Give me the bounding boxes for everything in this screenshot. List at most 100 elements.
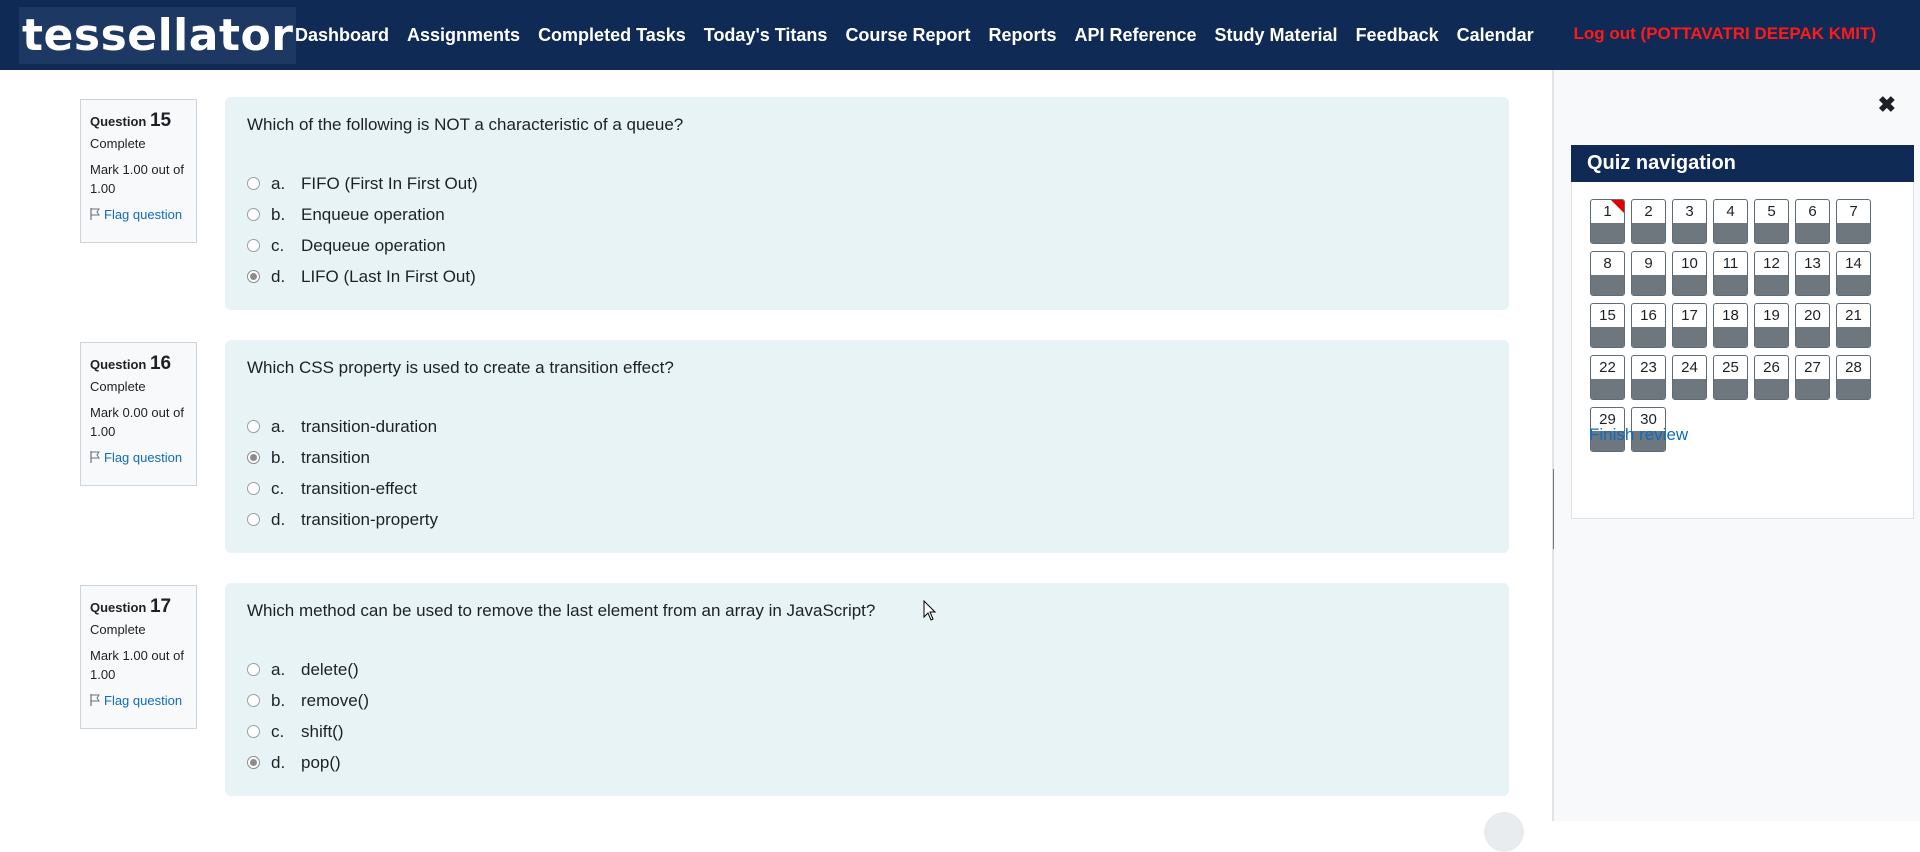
- quiz-nav-button[interactable]: 16: [1631, 303, 1666, 348]
- question-state: Complete: [90, 622, 146, 637]
- brand-logo[interactable]: tessellator: [19, 7, 297, 64]
- quiz-nav-number: 12: [1763, 255, 1780, 272]
- question-text: Which method can be used to remove the l…: [247, 601, 876, 620]
- quiz-nav-button[interactable]: 22: [1590, 355, 1625, 400]
- quiz-nav-button[interactable]: 21: [1836, 303, 1871, 348]
- quiz-nav-button[interactable]: 14: [1836, 251, 1871, 296]
- quiz-nav-button[interactable]: 15: [1590, 303, 1625, 348]
- flag-question-link[interactable]: Flag question: [90, 448, 187, 467]
- radio-button[interactable]: [247, 239, 260, 252]
- quiz-nav-button[interactable]: 5: [1754, 199, 1789, 244]
- quiz-nav-button[interactable]: 26: [1754, 355, 1789, 400]
- quiz-nav-number: 25: [1722, 359, 1739, 376]
- quiz-nav-button[interactable]: 23: [1631, 355, 1666, 400]
- answer-option[interactable]: a. transition-duration: [247, 411, 1487, 442]
- finish-review-link[interactable]: Finish review: [1589, 425, 1688, 445]
- answer-option[interactable]: b. transition: [247, 442, 1487, 473]
- answered-indicator: [1755, 275, 1788, 295]
- quiz-nav-button[interactable]: 3: [1672, 199, 1707, 244]
- answered-indicator: [1632, 327, 1665, 347]
- nav-feedback[interactable]: Feedback: [1356, 25, 1439, 46]
- nav-reports[interactable]: Reports: [988, 25, 1056, 46]
- answered-indicator: [1837, 275, 1870, 295]
- main-nav: Dashboard Assignments Completed Tasks To…: [295, 0, 1552, 70]
- quiz-nav-button[interactable]: 12: [1754, 251, 1789, 296]
- answered-indicator: [1755, 379, 1788, 399]
- quiz-nav-number: 16: [1640, 307, 1657, 324]
- quiz-nav-button[interactable]: 20: [1795, 303, 1830, 348]
- quiz-nav-button[interactable]: 25: [1713, 355, 1748, 400]
- answer-option[interactable]: b. Enqueue operation: [247, 199, 1487, 230]
- answer-option[interactable]: a. delete(): [247, 654, 1487, 685]
- quiz-nav-button[interactable]: 19: [1754, 303, 1789, 348]
- quiz-nav-button[interactable]: 8: [1590, 251, 1625, 296]
- radio-button[interactable]: [247, 663, 260, 676]
- quiz-nav-button[interactable]: 11: [1713, 251, 1748, 296]
- answered-indicator: [1673, 327, 1706, 347]
- quiz-nav-button[interactable]: 1: [1590, 199, 1625, 244]
- quiz-nav-button[interactable]: 18: [1713, 303, 1748, 348]
- answered-indicator: [1714, 379, 1747, 399]
- nav-api-reference[interactable]: API Reference: [1074, 25, 1196, 46]
- answer-option[interactable]: c. shift(): [247, 716, 1487, 747]
- radio-button[interactable]: [247, 208, 260, 221]
- answer-letter: d.: [271, 509, 286, 529]
- answered-indicator: [1837, 223, 1870, 243]
- quiz-navigation-title: Quiz navigation: [1571, 145, 1914, 182]
- quiz-nav-button[interactable]: 2: [1631, 199, 1666, 244]
- answered-indicator: [1837, 327, 1870, 347]
- answer-option[interactable]: d. pop(): [247, 747, 1487, 778]
- radio-button[interactable]: [247, 725, 260, 738]
- answer-option[interactable]: d. transition-property: [247, 504, 1487, 535]
- quiz-navigation-block: Quiz navigation 1 2 3 4 5 6 7 8 9 10 11 12 13 14 15 16 1…: [1571, 145, 1914, 519]
- quiz-nav-button[interactable]: 7: [1836, 199, 1871, 244]
- answer-option[interactable]: b. remove(): [247, 685, 1487, 716]
- radio-button[interactable]: [247, 177, 260, 190]
- nav-assignments[interactable]: Assignments: [407, 25, 520, 46]
- quiz-nav-button[interactable]: 24: [1672, 355, 1707, 400]
- answer-text: transition-property: [301, 509, 439, 529]
- radio-button[interactable]: [247, 513, 260, 526]
- quiz-nav-button[interactable]: 27: [1795, 355, 1830, 400]
- radio-button[interactable]: [247, 451, 260, 464]
- nav-todays-titans[interactable]: Today's Titans: [704, 25, 828, 46]
- quiz-nav-button[interactable]: 28: [1836, 355, 1871, 400]
- radio-button[interactable]: [247, 420, 260, 433]
- quiz-nav-button[interactable]: 10: [1672, 251, 1707, 296]
- quiz-nav-button[interactable]: 17: [1672, 303, 1707, 348]
- answer-option[interactable]: c. Dequeue operation: [247, 230, 1487, 261]
- answer-letter: c.: [271, 721, 285, 741]
- nav-course-report[interactable]: Course Report: [845, 25, 970, 46]
- scroll-to-top-button[interactable]: [1484, 812, 1524, 852]
- answer-option[interactable]: d. LIFO (Last In First Out): [247, 261, 1487, 292]
- nav-study-material[interactable]: Study Material: [1215, 25, 1338, 46]
- answered-indicator: [1714, 275, 1747, 295]
- flag-question-label: Flag question: [104, 450, 183, 465]
- question-heading: Question 15: [90, 111, 187, 131]
- quiz-nav-number: 20: [1804, 307, 1821, 324]
- answer-option[interactable]: c. transition-effect: [247, 473, 1487, 504]
- quiz-nav-button[interactable]: 13: [1795, 251, 1830, 296]
- flag-question-link[interactable]: Flag question: [90, 205, 187, 224]
- quiz-nav-button[interactable]: 6: [1795, 199, 1830, 244]
- radio-button[interactable]: [247, 482, 260, 495]
- answer-text: remove(): [301, 690, 370, 710]
- radio-button[interactable]: [247, 756, 260, 769]
- answer-letter: a.: [271, 416, 286, 436]
- quiz-nav-button[interactable]: 9: [1631, 251, 1666, 296]
- logout-link[interactable]: Log out (POTTAVATRI DEEPAK KMIT): [1574, 24, 1877, 44]
- flag-question-link[interactable]: Flag question: [90, 691, 187, 710]
- quiz-nav-number: 24: [1681, 359, 1698, 376]
- answer-option[interactable]: a. FIFO (First In First Out): [247, 168, 1487, 199]
- close-icon[interactable]: ✖: [1878, 92, 1896, 118]
- radio-button[interactable]: [247, 270, 260, 283]
- radio-button[interactable]: [247, 694, 260, 707]
- quiz-nav-number: 8: [1603, 255, 1612, 272]
- question-number: 16: [149, 353, 172, 374]
- quiz-nav-button[interactable]: 4: [1713, 199, 1748, 244]
- nav-completed-tasks[interactable]: Completed Tasks: [538, 25, 686, 46]
- nav-calendar[interactable]: Calendar: [1457, 25, 1534, 46]
- question-number: 15: [149, 110, 172, 131]
- answered-indicator: [1591, 327, 1624, 347]
- nav-dashboard[interactable]: Dashboard: [295, 25, 389, 46]
